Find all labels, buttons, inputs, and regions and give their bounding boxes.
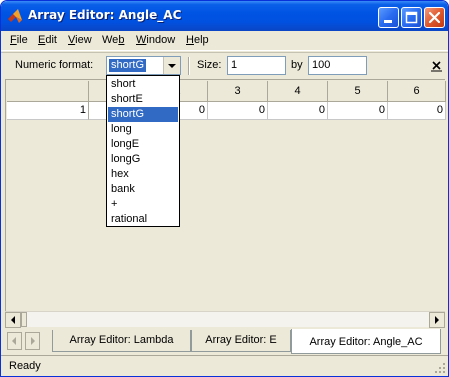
arrow-right-icon — [31, 337, 35, 345]
table-cell[interactable]: 0 — [268, 102, 328, 120]
close-icon — [428, 11, 441, 24]
tab-lambda[interactable]: Array Editor: Lambda — [52, 330, 191, 352]
format-option-shortg[interactable]: shortG — [108, 107, 178, 122]
numeric-format-label: Numeric format: — [15, 59, 94, 71]
arrow-left-icon — [11, 316, 15, 324]
title-bar[interactable]: Array Editor: Angle_AC — [1, 1, 448, 31]
format-option-bank[interactable]: bank — [108, 182, 178, 197]
numeric-format-dropdown-list: short shortE shortG long longE longG hex… — [106, 75, 180, 227]
menu-bar: File Edit View Web Window Help — [1, 31, 448, 51]
menu-web-label: We — [102, 34, 119, 46]
menu-web-mnemonic: b — [118, 34, 125, 46]
document-tabs: Array Editor: Lambda Array Editor: E Arr… — [5, 329, 445, 355]
size-cols-input[interactable]: 100 — [308, 56, 367, 75]
menu-help-label: elp — [193, 34, 209, 46]
numeric-format-select[interactable]: shortG — [106, 56, 181, 75]
menu-file-label: ile — [16, 34, 28, 46]
minimize-icon — [384, 20, 392, 23]
numeric-format-value: shortG — [109, 59, 147, 72]
column-header[interactable]: 3 — [208, 81, 268, 102]
minimize-button[interactable] — [378, 7, 399, 28]
table-cell[interactable]: 0 — [328, 102, 388, 120]
menu-view[interactable]: View — [68, 34, 92, 46]
window-title: Array Editor: Angle_AC — [28, 8, 182, 22]
tab-scroll-left[interactable] — [7, 332, 22, 350]
matlab-logo-icon — [8, 9, 22, 23]
arrow-right-icon — [435, 316, 439, 324]
chevron-down-icon — [168, 64, 176, 68]
menu-window[interactable]: Window — [136, 34, 175, 46]
scroll-left-button[interactable] — [5, 312, 21, 328]
format-option-long[interactable]: long — [108, 122, 178, 137]
arrow-left-icon — [12, 337, 16, 345]
menu-view-label: iew — [75, 34, 92, 46]
format-option-longe[interactable]: longE — [108, 137, 178, 152]
format-option-hex[interactable]: hex — [108, 167, 178, 182]
by-label: by — [291, 59, 303, 71]
menu-window-label: indow — [146, 34, 176, 46]
dropdown-button[interactable] — [163, 57, 180, 74]
column-header[interactable]: 4 — [268, 81, 328, 102]
status-text: Ready — [9, 360, 41, 372]
status-bar: Ready — [1, 355, 448, 376]
scroll-right-button[interactable] — [429, 312, 445, 328]
format-option-longg[interactable]: longG — [108, 152, 178, 167]
array-editor-window: Array Editor: Angle_AC File Edit View We… — [0, 0, 449, 377]
format-option-rational[interactable]: rational — [108, 212, 178, 227]
array-grid: 1 2 3 4 5 6 1 0 0 0 0 0 0 — [5, 79, 446, 311]
horizontal-scrollbar[interactable] — [5, 311, 445, 328]
column-header[interactable]: 6 — [388, 81, 446, 102]
menu-help-mnemonic: H — [186, 34, 194, 46]
menu-web[interactable]: Web — [102, 34, 124, 46]
row-header[interactable]: 1 — [7, 102, 89, 120]
menu-edit-label: dit — [45, 34, 57, 46]
size-rows-input[interactable]: 1 — [227, 56, 286, 75]
format-option-shorte[interactable]: shortE — [108, 92, 178, 107]
close-button[interactable] — [424, 7, 445, 28]
table-cell[interactable]: 0 — [388, 102, 446, 120]
maximize-button[interactable] — [401, 7, 422, 28]
format-option-short[interactable]: short — [108, 77, 178, 92]
toolbar-separator — [188, 57, 190, 75]
menu-file-mnemonic: F — [10, 34, 17, 46]
resize-grip-icon[interactable] — [434, 362, 446, 374]
column-header[interactable]: 5 — [328, 81, 388, 102]
menu-help[interactable]: Help — [186, 34, 209, 46]
menu-window-mnemonic: W — [136, 34, 147, 46]
format-option-plus[interactable]: + — [108, 197, 178, 212]
corner-header — [7, 81, 89, 102]
maximize-icon — [405, 11, 418, 24]
scroll-thumb[interactable] — [21, 312, 27, 327]
menu-file[interactable]: File — [10, 34, 28, 46]
menu-edit[interactable]: Edit — [38, 34, 57, 46]
size-label: Size: — [197, 59, 222, 71]
toolbar: Numeric format: shortG Size: 1 by 100 — [1, 52, 448, 78]
tab-scroll-right[interactable] — [25, 332, 40, 350]
close-editor-icon[interactable] — [429, 58, 444, 73]
table-cell[interactable]: 0 — [208, 102, 268, 120]
tab-angle-ac[interactable]: Array Editor: Angle_AC — [291, 329, 441, 354]
tab-e[interactable]: Array Editor: E — [191, 330, 291, 352]
